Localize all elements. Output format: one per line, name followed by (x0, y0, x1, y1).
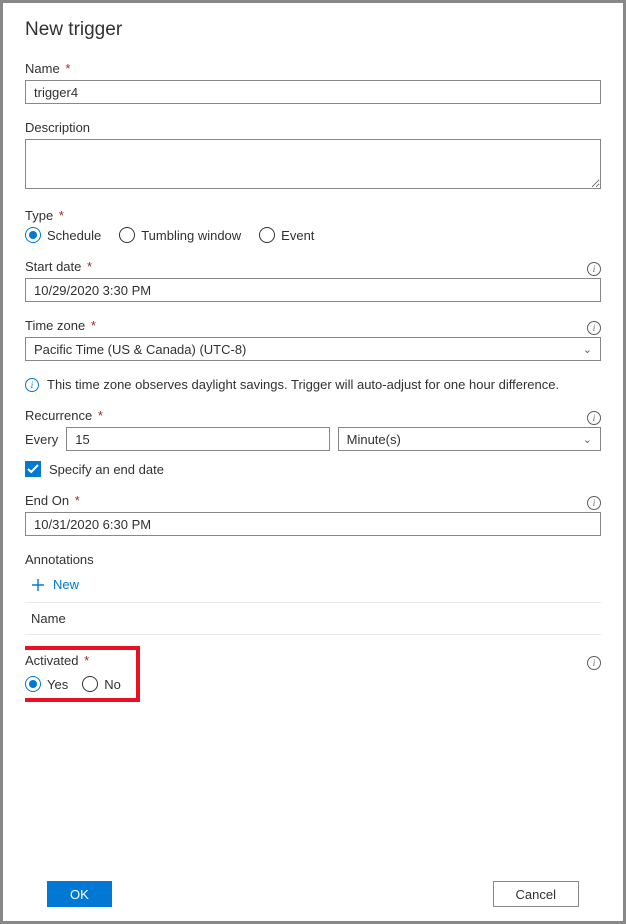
type-radio-schedule[interactable]: Schedule (25, 227, 101, 243)
plus-icon (31, 578, 45, 592)
required-indicator: * (65, 61, 70, 76)
checkbox-checked-icon (25, 461, 41, 477)
radio-circle-icon (259, 227, 275, 243)
ok-button[interactable]: OK (47, 881, 112, 907)
dst-note: i This time zone observes daylight savin… (25, 377, 601, 392)
type-label-text: Type (25, 208, 53, 223)
time-zone-dropdown[interactable]: Pacific Time (US & Canada) (UTC-8) ⌄ (25, 337, 601, 361)
time-zone-field-group: Time zone * i Pacific Time (US & Canada)… (25, 318, 601, 361)
info-icon[interactable]: i (587, 656, 601, 670)
name-input[interactable] (25, 80, 601, 104)
time-zone-label: Time zone * (25, 318, 96, 333)
recurrence-label: Recurrence * (25, 408, 103, 423)
chevron-down-icon: ⌄ (583, 343, 592, 356)
activated-radio-no[interactable]: No (82, 676, 121, 692)
panel-title: New trigger (25, 19, 601, 41)
start-date-label-text: Start date (25, 259, 81, 274)
info-icon[interactable]: i (587, 321, 601, 335)
specify-end-date-checkbox[interactable]: Specify an end date (25, 461, 601, 477)
activated-field-group: Activated * i Yes No (25, 653, 601, 692)
dst-note-text: This time zone observes daylight savings… (47, 377, 559, 392)
type-field-group: Type * Schedule Tumbling window Event (25, 208, 601, 243)
radio-circle-icon (119, 227, 135, 243)
required-indicator: * (75, 493, 80, 508)
activated-radio-yes[interactable]: Yes (25, 676, 68, 692)
required-indicator: * (84, 653, 89, 668)
activated-radio-group: Yes No (25, 676, 601, 692)
description-textarea[interactable] (25, 139, 601, 189)
start-date-field-group: Start date * i (25, 259, 601, 302)
end-on-label-text: End On (25, 493, 69, 508)
type-label: Type * (25, 208, 601, 223)
annotations-new-button[interactable]: New (25, 571, 601, 602)
form-scroll-area: Name * Description Type * Schedule (25, 61, 601, 869)
type-option-event-label: Event (281, 228, 314, 243)
annotations-field-group: Annotations New Name (25, 552, 601, 635)
end-on-label: End On * (25, 493, 80, 508)
activated-no-label: No (104, 677, 121, 692)
type-option-tumbling-label: Tumbling window (141, 228, 241, 243)
cancel-button[interactable]: Cancel (493, 881, 579, 907)
every-label: Every (25, 432, 58, 447)
name-label: Name * (25, 61, 601, 76)
trigger-config-panel: New trigger Name * Description Type * (3, 3, 623, 921)
recurrence-label-text: Recurrence (25, 408, 92, 423)
radio-circle-icon (25, 676, 41, 692)
name-field-group: Name * (25, 61, 601, 104)
type-radio-tumbling-window[interactable]: Tumbling window (119, 227, 241, 243)
info-icon[interactable]: i (587, 496, 601, 510)
required-indicator: * (59, 208, 64, 223)
description-field-group: Description (25, 120, 601, 192)
chevron-down-icon: ⌄ (583, 433, 592, 446)
type-option-schedule-label: Schedule (47, 228, 101, 243)
type-radio-event[interactable]: Event (259, 227, 314, 243)
info-icon[interactable]: i (587, 411, 601, 425)
required-indicator: * (98, 408, 103, 423)
end-on-field-group: End On * i (25, 493, 601, 536)
radio-circle-icon (82, 676, 98, 692)
recurrence-every-input[interactable] (66, 427, 329, 451)
description-label: Description (25, 120, 601, 135)
radio-circle-icon (25, 227, 41, 243)
annotations-label: Annotations (25, 552, 601, 567)
required-indicator: * (87, 259, 92, 274)
activated-label-text: Activated (25, 653, 78, 668)
activated-yes-label: Yes (47, 677, 68, 692)
specify-end-date-label: Specify an end date (49, 462, 164, 477)
time-zone-label-text: Time zone (25, 318, 85, 333)
start-date-label: Start date * (25, 259, 92, 274)
time-zone-value: Pacific Time (US & Canada) (UTC-8) (34, 342, 246, 357)
type-radio-group: Schedule Tumbling window Event (25, 227, 601, 243)
start-date-input[interactable] (25, 278, 601, 302)
name-label-text: Name (25, 61, 60, 76)
recurrence-unit-value: Minute(s) (347, 432, 401, 447)
end-on-input[interactable] (25, 512, 601, 536)
activated-label: Activated * (25, 653, 89, 668)
panel-footer: OK Cancel (25, 869, 601, 921)
info-icon[interactable]: i (587, 262, 601, 276)
annotations-new-label: New (53, 577, 79, 592)
annotations-column-header: Name (25, 602, 601, 635)
recurrence-unit-dropdown[interactable]: Minute(s) ⌄ (338, 427, 601, 451)
recurrence-field-group: Recurrence * i Every Minute(s) ⌄ Specify… (25, 408, 601, 477)
info-icon: i (25, 378, 39, 392)
required-indicator: * (91, 318, 96, 333)
